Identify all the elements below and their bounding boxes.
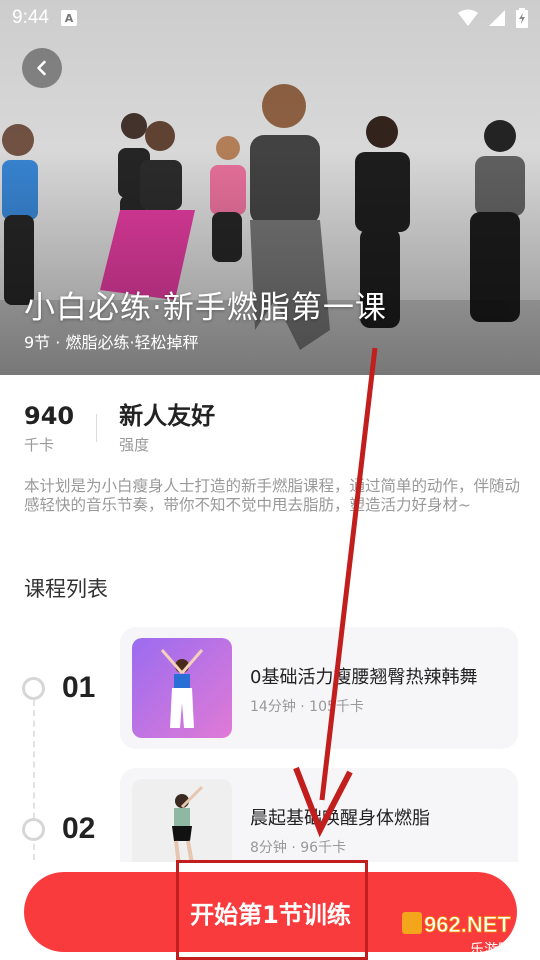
status-time: 9:44 — [12, 7, 49, 28]
notification-badge: A — [60, 10, 77, 26]
course-title: 晨起基础唤醒身体燃脂 — [250, 808, 430, 829]
course-list-heading: 课程列表 — [24, 577, 108, 601]
wifi-icon — [458, 9, 478, 26]
plan-title: 小白必练·新手燃脂第一课 — [24, 290, 387, 326]
plan-stats: 940 千卡 新人友好 强度 — [24, 400, 215, 460]
hero-banner: 9:44 A 小白必练·新手燃脂第一课 9节 · 燃脂必练·轻松掉秤 — [0, 0, 540, 375]
timeline-dot — [22, 677, 45, 700]
course-number: 02 — [62, 812, 96, 845]
chevron-left-icon — [37, 60, 46, 76]
stat-intensity-value: 新人友好 — [119, 402, 216, 430]
annotation-highlight-box — [176, 860, 368, 960]
signal-icon — [489, 10, 505, 26]
course-number: 01 — [62, 671, 96, 704]
plan-description: 本计划是为小白瘦身人士打造的新手燃脂课程，通过简单的动作，伴随动感轻快的音乐节奏… — [24, 477, 521, 514]
stat-calories-label: 千卡 — [24, 436, 55, 454]
plan-subtitle: 9节 · 燃脂必练·轻松掉秤 — [24, 333, 199, 352]
list-item[interactable]: 01 0基础活力瘦腰翘臀热辣韩舞 14分钟 · 105千卡 — [0, 627, 540, 749]
site-watermark: 962.NET 乐游网 — [400, 908, 540, 960]
stat-divider — [96, 414, 98, 442]
timeline-dot — [22, 818, 45, 841]
course-title: 0基础活力瘦腰翘臀热辣韩舞 — [250, 667, 478, 688]
stat-calories: 940 千卡 — [24, 400, 74, 455]
stat-intensity-label: 强度 — [119, 436, 150, 454]
course-card[interactable]: 0基础活力瘦腰翘臀热辣韩舞 14分钟 · 105千卡 — [120, 627, 518, 749]
back-button[interactable] — [22, 48, 62, 88]
course-meta: 14分钟 · 105千卡 — [250, 699, 364, 715]
stat-intensity: 新人友好 强度 — [119, 400, 215, 455]
battery-icon — [516, 8, 528, 28]
stat-calories-value: 940 — [24, 402, 75, 430]
course-meta: 8分钟 · 96千卡 — [250, 840, 347, 856]
watermark-sub: 乐游网 — [470, 942, 512, 958]
watermark-text: 962.NET — [424, 912, 511, 937]
status-bar: 9:44 A — [0, 0, 540, 36]
course-thumbnail — [132, 638, 232, 738]
